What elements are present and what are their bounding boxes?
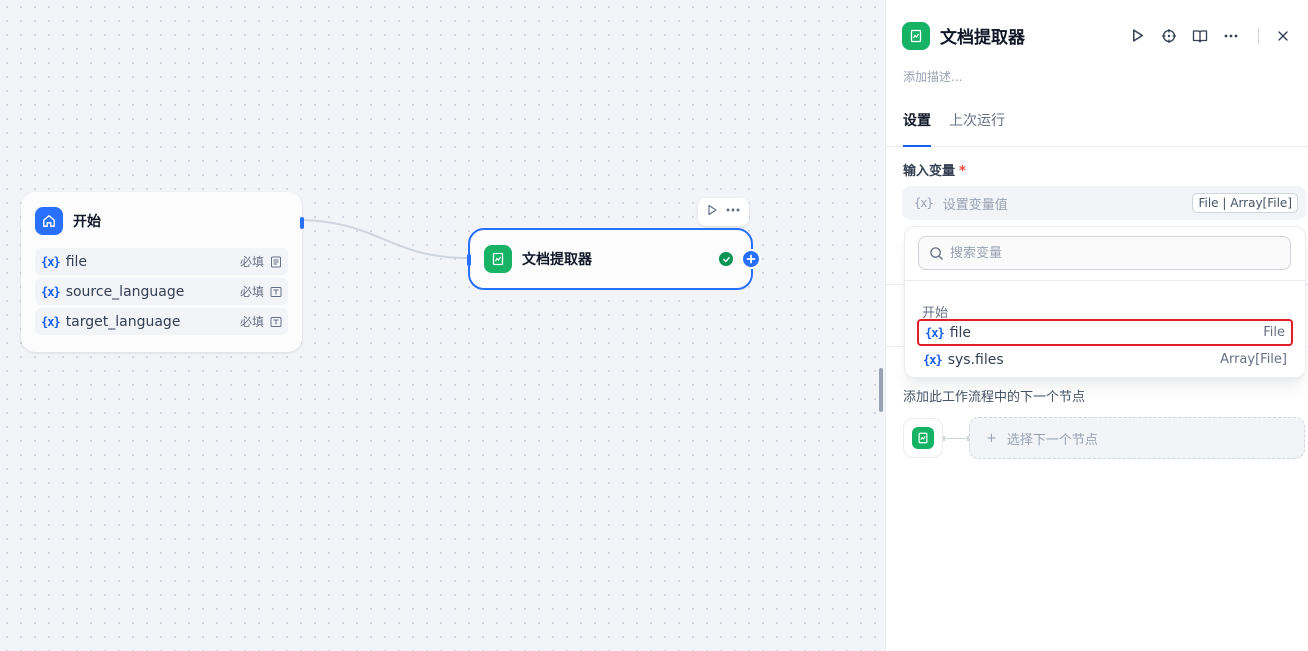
locate-node-button[interactable] [1159, 26, 1178, 45]
run-node-button[interactable] [706, 204, 718, 220]
plus-icon: + [986, 430, 997, 446]
add-next-node-button[interactable] [741, 249, 761, 269]
required-label: 必填 [239, 315, 264, 329]
panel-resize-handle[interactable] [879, 368, 883, 412]
home-icon [35, 207, 63, 235]
panel-header: 文档提取器 [886, 0, 1308, 52]
more-dots-icon [1224, 34, 1237, 37]
next-step-connector [943, 435, 969, 441]
doc-extractor-icon [902, 21, 930, 50]
required-label: 必填 [239, 285, 264, 299]
book-open-icon [1192, 29, 1207, 43]
more-dots-icon [726, 208, 740, 212]
dropdown-item-name: file [949, 324, 972, 341]
variable-name: file [65, 253, 88, 270]
dropdown-item-type: Array[File] [1220, 352, 1287, 367]
success-check-icon [719, 252, 733, 266]
panel-tabs: 设置 上次运行 [886, 88, 1308, 147]
doc-node-input-handle[interactable] [467, 254, 471, 266]
start-node-title: 开始 [73, 214, 101, 230]
start-node-output-handle[interactable] [300, 217, 304, 229]
run-step-button[interactable] [1128, 26, 1147, 45]
input-variable-label-text: 输入变量 [903, 164, 956, 179]
panel-more-button[interactable] [1221, 26, 1240, 45]
doc-node-title: 文档提取器 [522, 252, 592, 268]
variable-icon: {x} [923, 352, 943, 367]
variable-selector[interactable]: {x} 设置变量值 File | Array[File] [902, 186, 1306, 220]
start-variable-row: {x} file 必填 [35, 248, 288, 275]
dropdown-item-name: sys.files [947, 351, 1004, 368]
doc-extractor-node[interactable]: 文档提取器 [467, 228, 761, 290]
search-icon [930, 246, 943, 260]
dropdown-group-label: 开始 [922, 306, 949, 321]
variable-icon: {x} [914, 196, 934, 210]
variable-name: target_language [65, 313, 181, 330]
text-input-icon [270, 286, 282, 297]
doc-extractor-icon [484, 245, 512, 273]
start-node[interactable]: 开始 {x} file 必填 {x} source_language 必填 {x… [21, 192, 304, 352]
variable-dropdown: 开始 {x} file File {x} sys.files Array[Fil… [904, 226, 1306, 378]
variable-selector-placeholder: 设置变量值 [942, 197, 1008, 213]
node-more-button[interactable] [725, 204, 741, 220]
tab-last-run[interactable]: 上次运行 [949, 110, 1005, 147]
close-icon [1277, 30, 1288, 41]
close-panel-button[interactable] [1273, 26, 1292, 45]
variable-search-input[interactable] [950, 245, 1280, 261]
header-divider [1258, 27, 1259, 44]
input-variable-label: 输入变量 * [903, 160, 966, 179]
dropdown-item-sys-files[interactable]: {x} sys.files Array[File] [917, 346, 1293, 373]
node-settings-panel: 文档提取器 添加描述... 设置 上次运行 输入变量 * {x} 设置变量值 F… [885, 0, 1308, 651]
variable-search-box[interactable] [918, 236, 1291, 270]
dropdown-item-type: File [1263, 325, 1285, 340]
node-toolbar [698, 198, 749, 226]
text-input-icon [270, 316, 282, 327]
crosshair-icon [1161, 28, 1176, 43]
current-node-icon-box [903, 418, 943, 458]
workflow-canvas[interactable]: 开始 {x} file 必填 {x} source_language 必填 {x… [0, 0, 885, 651]
next-step-description: 添加此工作流程中的下一个节点 [903, 390, 1086, 405]
play-icon [708, 204, 717, 216]
play-icon [1133, 29, 1144, 42]
panel-actions [1128, 26, 1292, 45]
required-label: 必填 [239, 255, 264, 269]
variable-name: source_language [65, 283, 185, 300]
doc-extractor-icon [912, 427, 934, 449]
variable-icon: {x} [41, 284, 61, 299]
edge-start-to-extractor [301, 219, 469, 259]
tab-settings[interactable]: 设置 [903, 110, 931, 147]
start-variable-row: {x} target_language 必填 [35, 308, 288, 335]
plus-icon [746, 254, 756, 264]
description-input[interactable]: 添加描述... [886, 52, 1308, 88]
select-next-node-label: 选择下一个节点 [1006, 432, 1098, 448]
required-asterisk: * [959, 164, 966, 179]
dropdown-item-file[interactable]: {x} file File [917, 319, 1293, 346]
file-doc-icon [271, 256, 281, 267]
select-next-node-button[interactable]: + 选择下一个节点 [969, 417, 1305, 459]
panel-title[interactable]: 文档提取器 [940, 23, 1128, 48]
variable-icon: {x} [41, 254, 61, 269]
next-step-row: + 选择下一个节点 [903, 417, 1305, 459]
accepted-type-tag: File | Array[File] [1192, 193, 1298, 213]
help-docs-button[interactable] [1190, 26, 1209, 45]
variable-icon: {x} [925, 325, 945, 340]
start-variable-row: {x} source_language 必填 [35, 278, 288, 305]
start-variable-list: {x} file 必填 {x} source_language 必填 {x} t… [35, 248, 288, 335]
variable-icon: {x} [41, 314, 61, 329]
